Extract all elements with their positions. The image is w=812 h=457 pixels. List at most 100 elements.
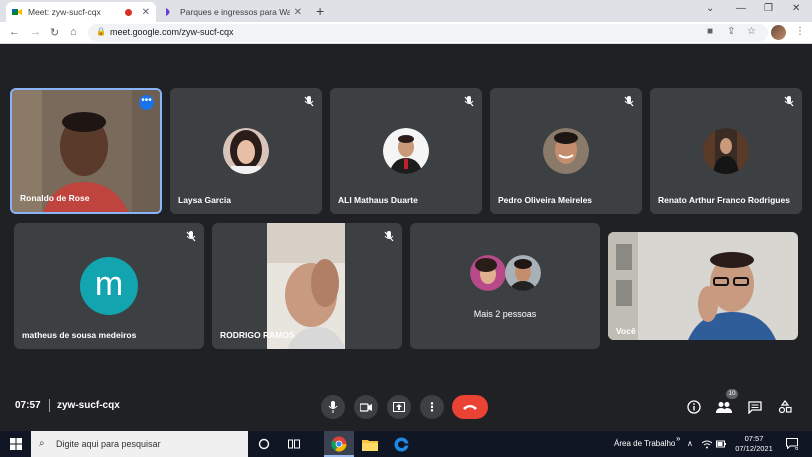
system-clock[interactable]: 07:57 07/12/2021 xyxy=(730,434,778,454)
windows-logo-icon xyxy=(10,438,22,450)
participant-name: Você xyxy=(616,326,636,336)
participant-avatar xyxy=(505,255,541,291)
clock-time: 07:57 xyxy=(744,434,764,443)
taskbar-edge[interactable] xyxy=(393,436,409,452)
forward-icon[interactable]: → xyxy=(30,26,41,38)
recording-indicator-icon xyxy=(124,8,132,16)
meet-stage: ••• Ronaldo de Rose Laysa Garcia ALI Mat… xyxy=(0,44,812,431)
mic-button[interactable] xyxy=(321,395,345,419)
self-video xyxy=(608,232,798,340)
participant-tile[interactable]: RODRIGO RAMOS xyxy=(212,223,402,349)
start-button[interactable] xyxy=(8,436,24,452)
participant-name: Pedro Oliveira Meireles xyxy=(498,195,593,205)
home-icon[interactable]: ⌂ xyxy=(70,26,77,38)
share-icon[interactable]: ⇪ xyxy=(727,26,735,37)
mic-off-icon xyxy=(384,231,394,242)
participant-tile[interactable]: Laysa Garcia xyxy=(170,88,322,214)
task-view-button[interactable] xyxy=(286,436,302,452)
address-bar: ← → ↻ ⌂ 🔒 meet.google.com/zyw-sucf-cqx ■… xyxy=(0,22,812,44)
lock-icon: 🔒 xyxy=(96,27,106,36)
leave-call-button[interactable] xyxy=(452,395,488,419)
windows-taskbar: ⌕ Digite aqui para pesquisar Área de Tra… xyxy=(0,431,812,457)
url-field[interactable]: 🔒 meet.google.com/zyw-sucf-cqx xyxy=(88,24,768,42)
tab-title: Parques e ingressos para Walt Disney xyxy=(180,7,290,17)
others-label: Mais 2 pessoas xyxy=(473,309,537,319)
participant-avatar xyxy=(470,255,506,291)
cortana-icon xyxy=(258,438,270,450)
reload-icon[interactable]: ↻ xyxy=(50,26,59,39)
participant-name: matheus de sousa medeiros xyxy=(22,330,137,340)
participant-initial-avatar: m xyxy=(80,257,138,315)
participant-tile[interactable]: Pedro Oliveira Meireles xyxy=(490,88,642,214)
mic-off-icon xyxy=(186,231,196,242)
cortana-button[interactable] xyxy=(256,436,272,452)
taskbar-chrome[interactable] xyxy=(324,431,354,457)
tab-search-icon[interactable]: ⌄ xyxy=(706,3,714,14)
mic-off-icon xyxy=(624,96,634,107)
desktop-toolbar-label[interactable]: Área de Trabalho xyxy=(614,439,675,448)
bookmark-star-icon[interactable]: ☆ xyxy=(747,26,756,37)
restore-icon[interactable]: ❐ xyxy=(764,3,773,14)
close-tab-icon[interactable]: ✕ xyxy=(142,7,150,18)
present-screen-button[interactable] xyxy=(387,395,411,419)
mic-off-icon xyxy=(304,96,314,107)
self-tile[interactable]: Você xyxy=(608,232,798,340)
present-screen-icon xyxy=(393,402,405,412)
toolbar-expand-icon[interactable]: » xyxy=(676,434,680,443)
camera-button[interactable] xyxy=(354,395,378,419)
minimize-icon[interactable]: — xyxy=(736,3,746,14)
participant-name: RODRIGO RAMOS xyxy=(220,330,295,340)
clock-date: 07/12/2021 xyxy=(735,444,773,453)
info-icon xyxy=(687,400,701,414)
profile-avatar[interactable] xyxy=(771,25,786,40)
participant-name: ALI Mathaus Duarte xyxy=(338,195,418,205)
wifi-icon[interactable] xyxy=(702,440,712,449)
disney-icon xyxy=(166,8,170,16)
meeting-controls: 07:57 zyw-sucf-cqx ⋮ 10 xyxy=(0,384,812,430)
meeting-code: zyw-sucf-cqx xyxy=(57,400,120,411)
participant-tile[interactable]: Renato Arthur Franco Rodrigues xyxy=(650,88,802,214)
folder-icon xyxy=(362,439,378,451)
tab-meet[interactable]: Meet: zyw-sucf-cqx ✕ xyxy=(6,2,156,22)
camera-icon xyxy=(360,402,372,412)
activities-button[interactable] xyxy=(776,398,794,416)
chrome-icon xyxy=(331,436,347,452)
participant-avatar xyxy=(543,128,589,174)
url-text: meet.google.com/zyw-sucf-cqx xyxy=(110,27,234,37)
more-vert-icon: ⋮ xyxy=(426,400,438,414)
participant-avatar xyxy=(703,128,749,174)
participant-name: Ronaldo de Rose xyxy=(20,193,90,203)
meeting-time: 07:57 xyxy=(15,400,41,411)
task-view-icon xyxy=(288,439,300,449)
battery-icon[interactable] xyxy=(716,440,726,448)
participant-tile[interactable]: m matheus de sousa medeiros xyxy=(14,223,204,349)
tab-disney[interactable]: Parques e ingressos para Walt Disney ✕ xyxy=(158,2,308,22)
divider xyxy=(49,399,50,412)
meeting-details-button[interactable] xyxy=(685,398,703,416)
edge-icon xyxy=(394,437,409,451)
participant-avatar xyxy=(223,128,269,174)
more-options-icon[interactable]: ••• xyxy=(139,95,154,110)
close-window-icon[interactable]: ✕ xyxy=(792,3,800,14)
back-icon[interactable]: ← xyxy=(9,26,20,38)
chat-icon xyxy=(748,400,762,414)
participant-avatar xyxy=(383,128,429,174)
mic-off-icon xyxy=(464,96,474,107)
menu-kebab-icon[interactable]: ⋮ xyxy=(795,26,805,37)
participant-tile[interactable]: ••• Ronaldo de Rose xyxy=(10,88,162,214)
taskbar-file-explorer[interactable] xyxy=(362,436,378,452)
meet-icon xyxy=(12,9,22,15)
camera-indicator-icon[interactable]: ■ xyxy=(707,26,713,37)
close-tab-icon[interactable]: ✕ xyxy=(294,7,302,18)
new-tab-button[interactable]: + xyxy=(316,3,324,19)
participant-tile[interactable]: ALI Mathaus Duarte xyxy=(330,88,482,214)
search-placeholder: Digite aqui para pesquisar xyxy=(56,439,161,449)
people-button[interactable] xyxy=(715,398,733,416)
tray-up-icon[interactable]: ∧ xyxy=(687,439,693,448)
others-tile[interactable]: Mais 2 pessoas xyxy=(410,223,600,349)
tab-title: Meet: zyw-sucf-cqx xyxy=(28,7,101,17)
people-count-badge: 10 xyxy=(726,389,738,399)
taskbar-search-input[interactable]: ⌕ Digite aqui para pesquisar xyxy=(31,431,248,457)
chat-button[interactable] xyxy=(746,398,764,416)
more-options-button[interactable]: ⋮ xyxy=(420,395,444,419)
